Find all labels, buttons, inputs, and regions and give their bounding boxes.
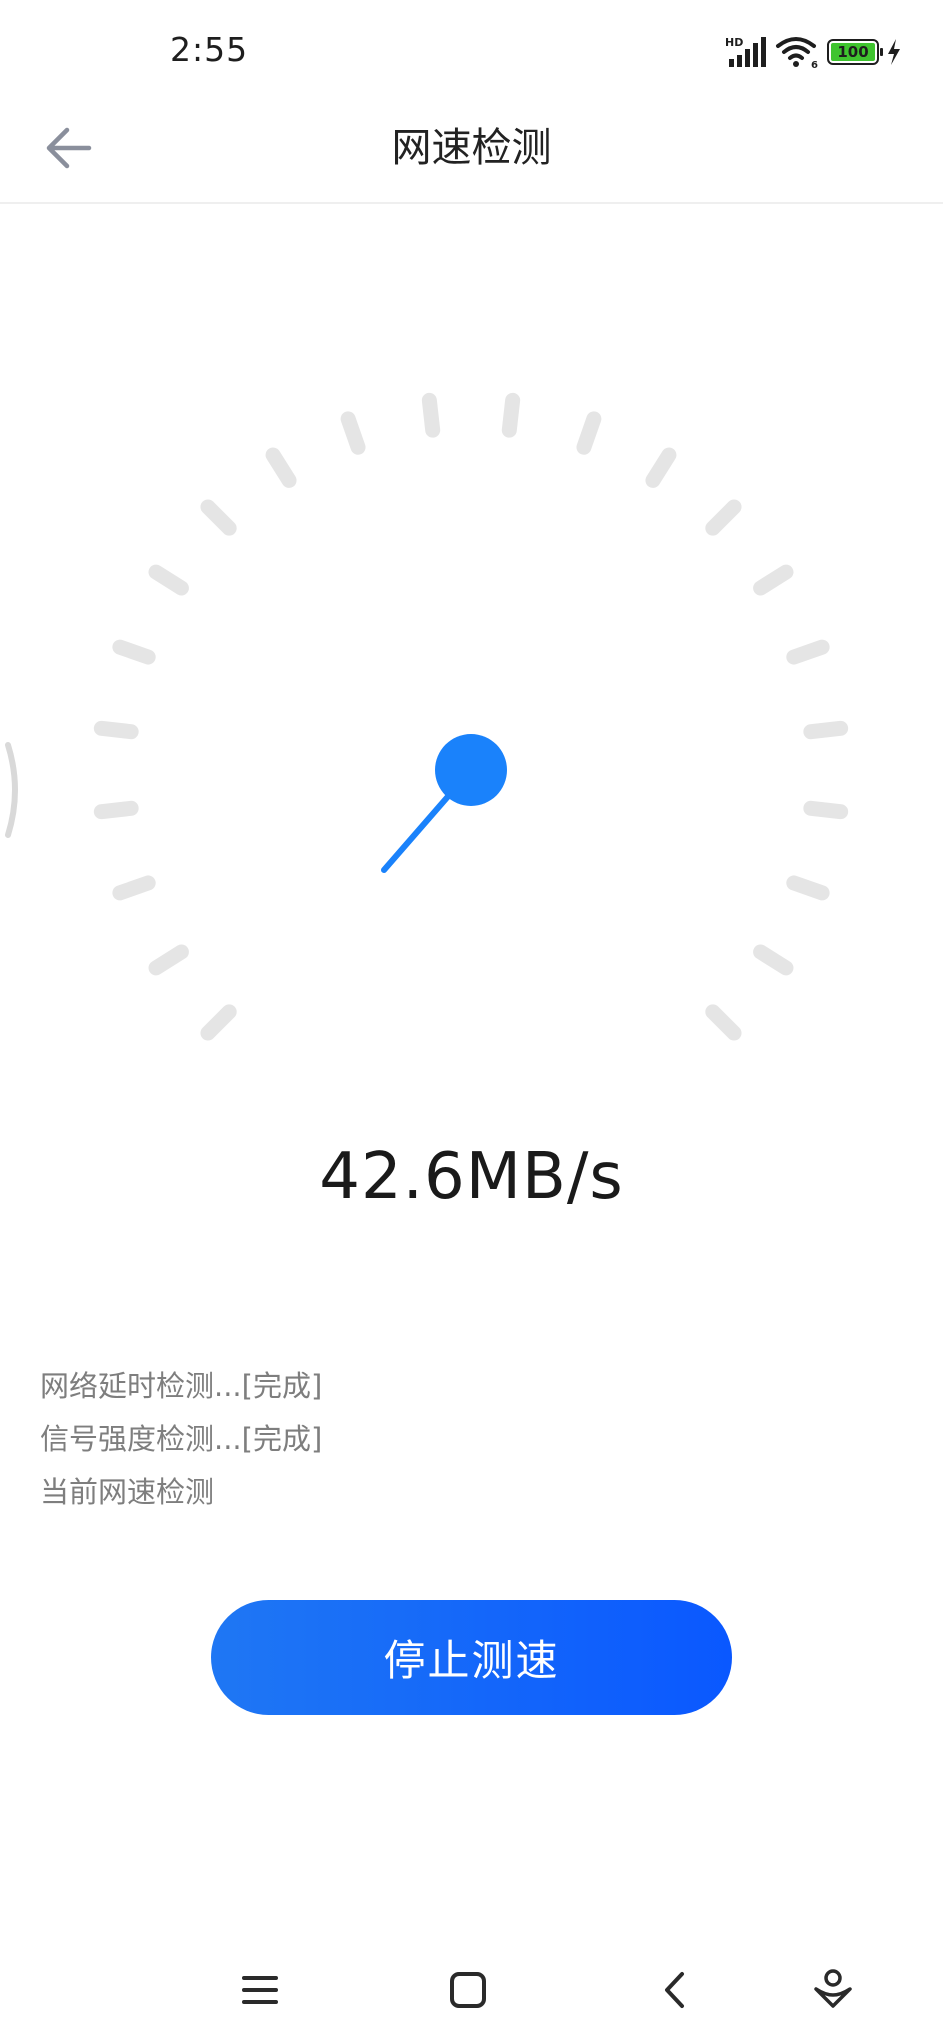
gauge-tick (93, 800, 139, 820)
speed-gauge (93, 392, 849, 1041)
gauge-tick (265, 447, 297, 488)
log-latency: 网络延时检测...[完成] (40, 1369, 323, 1403)
gauge-tick (705, 1004, 742, 1041)
gauge-tick (803, 800, 849, 820)
stop-test-button[interactable]: 停止测速 (211, 1600, 732, 1715)
gauge-ticks (93, 392, 849, 1041)
nav-menu-button[interactable] (230, 1960, 290, 2020)
gauge-tick (753, 564, 794, 596)
gauge-tick (645, 447, 677, 488)
gauge-tick (200, 499, 237, 536)
log-speed: 当前网速检测 (40, 1475, 215, 1509)
gauge-tick (340, 411, 366, 455)
nav-back-button[interactable] (645, 1960, 705, 2020)
gauge-tick (501, 392, 521, 438)
assistant-icon (814, 1969, 852, 2008)
back-icon (665, 1972, 684, 2008)
nav-assistant-button[interactable] (803, 1960, 863, 2020)
gauge-tick (576, 411, 602, 455)
gauge-tick (112, 875, 156, 901)
gauge-tick (786, 875, 830, 901)
log-signal: 信号强度检测...[完成] (40, 1422, 323, 1456)
battery-level: 100 (831, 43, 875, 61)
hd-label: HD (725, 36, 743, 49)
status-bar: 2:55 HD 6 100 (0, 0, 943, 100)
gauge-tick (786, 639, 830, 665)
app-header: 网速检测 (0, 100, 943, 204)
gauge-tick (148, 564, 189, 596)
page-title: 网速检测 (391, 125, 552, 171)
wifi-badge: 6 (811, 60, 818, 69)
edge-arc (5, 742, 18, 838)
gauge-hub (435, 734, 507, 806)
navigation-bar (0, 1940, 943, 2030)
gauge-tick (705, 499, 742, 536)
gauge-tick (112, 639, 156, 665)
test-log: 网络延时检测...[完成] 信号强度检测...[完成] 当前网速检测 (40, 1360, 322, 1519)
speed-value: 42.6MB/s (319, 1140, 624, 1214)
menu-icon (242, 1976, 278, 2004)
battery-icon: 100 (827, 39, 883, 65)
gauge-tick (421, 392, 441, 438)
gauge-tick (803, 720, 849, 740)
gauge-tick (200, 1004, 237, 1041)
wifi-icon: 6 (776, 37, 818, 69)
gauge-tick (148, 944, 189, 976)
square-icon (450, 1972, 486, 2008)
charging-icon (888, 39, 900, 65)
gauge-tick (753, 944, 794, 976)
gauge-tick (93, 720, 139, 740)
status-time: 2:55 (170, 30, 249, 69)
signal-icon: HD (725, 36, 766, 67)
status-icons: HD 6 100 (725, 32, 903, 72)
nav-home-button[interactable] (438, 1960, 498, 2020)
